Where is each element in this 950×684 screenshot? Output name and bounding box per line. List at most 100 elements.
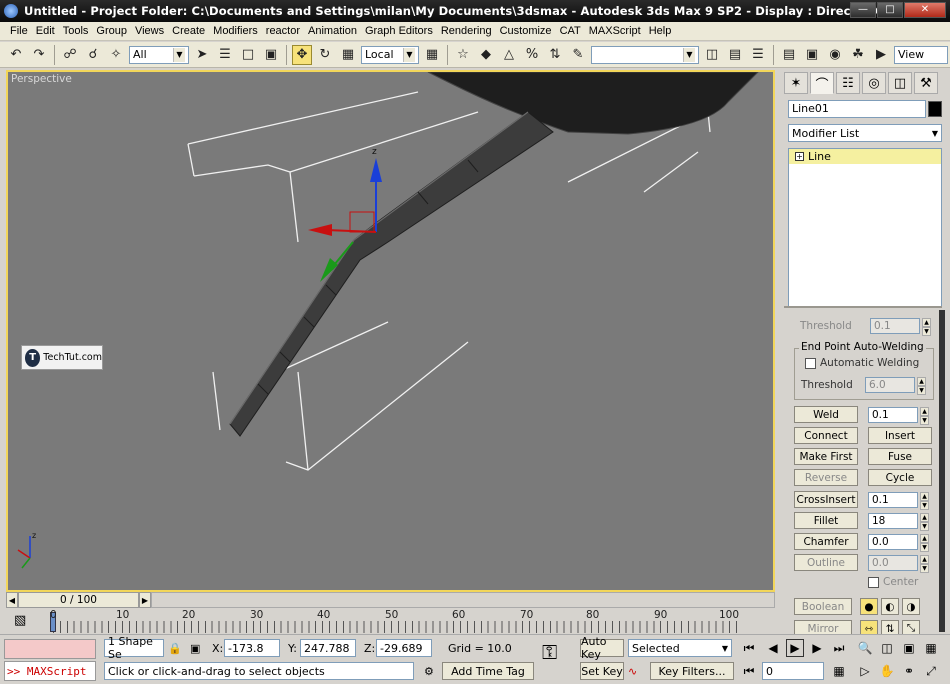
menu-modifiers[interactable]: Modifiers <box>209 25 262 37</box>
object-name-field[interactable]: Line01 <box>788 100 926 118</box>
fillet-button[interactable]: Fillet <box>794 512 858 529</box>
maxscript-listener-output[interactable] <box>4 639 96 659</box>
current-frame-field[interactable]: 0 <box>762 662 824 680</box>
boolean-union-icon[interactable]: ● <box>860 598 878 615</box>
maximize-button[interactable]: □ <box>877 2 903 18</box>
time-slider[interactable]: ◀ 0 / 100 ▶ <box>6 592 151 608</box>
menu-cat[interactable]: CAT <box>556 25 585 37</box>
weld-spinner[interactable]: 0.1 <box>868 406 918 423</box>
zoom-extents-all-icon[interactable]: ▦ <box>922 639 940 657</box>
play-icon[interactable]: ▶ <box>786 639 804 657</box>
curve-editor-icon[interactable]: ▤ <box>779 45 799 65</box>
boolean-intersect-icon[interactable]: ◑ <box>902 598 920 615</box>
manipulate-icon[interactable]: ☆ <box>453 45 473 65</box>
minimize-button[interactable]: — <box>850 2 876 18</box>
unlink-icon[interactable]: ☌ <box>83 45 103 65</box>
key-filters-button[interactable]: Key Filters... <box>650 662 734 680</box>
time-tag-icon[interactable]: ⚙ <box>424 662 438 680</box>
menu-edit[interactable]: Edit <box>32 25 59 37</box>
edit-named-selections-icon[interactable]: ✎ <box>568 45 588 65</box>
expand-plus-icon[interactable]: + <box>795 152 804 161</box>
quick-render-icon[interactable]: ▶ <box>871 45 891 65</box>
next-frame-icon[interactable]: ▶ <box>808 639 826 657</box>
mini-curve-editor-icon[interactable]: ▧ <box>14 613 26 628</box>
outline-spinner[interactable]: 0.0 <box>868 554 918 571</box>
align-icon[interactable]: ▤ <box>725 45 745 65</box>
named-selection-select[interactable]: ▼ <box>591 45 699 64</box>
boolean-button[interactable]: Boolean <box>794 598 852 615</box>
window-crossing-icon[interactable]: ▣ <box>261 45 281 65</box>
weld-button[interactable]: Weld <box>794 406 858 423</box>
tab-modify[interactable]: ⌒ <box>810 72 834 94</box>
pivot-center-icon[interactable]: ▦ <box>422 45 442 65</box>
spinner-arrows-icon[interactable]: ▲ ▼ <box>920 512 929 531</box>
menu-help[interactable]: Help <box>645 25 676 37</box>
menu-file[interactable]: File <box>6 25 32 37</box>
lock-selection-icon[interactable]: 🔒 <box>168 639 182 657</box>
select-and-move-icon[interactable]: ✥ <box>292 44 312 65</box>
maximize-viewport-icon[interactable]: ⤢ <box>922 662 940 680</box>
outline-button[interactable]: Outline <box>794 554 858 571</box>
tab-motion[interactable]: ◎ <box>862 72 886 94</box>
threshold-spinner[interactable]: 6.0 <box>865 377 915 393</box>
spinner-arrows-icon[interactable]: ▲ ▼ <box>920 533 929 552</box>
menu-group[interactable]: Group <box>92 25 131 37</box>
command-panel-scrollbar[interactable] <box>939 310 945 632</box>
bind-space-warp-icon[interactable]: ✧ <box>106 45 126 65</box>
set-key-mode-key-icon[interactable]: ⚿ <box>542 640 574 664</box>
x-coord-field[interactable]: -173.8 <box>224 639 280 657</box>
z-coord-field[interactable]: -29.689 <box>376 639 432 657</box>
angle-snap-icon[interactable]: △ <box>499 45 519 65</box>
fuse-button[interactable]: Fuse <box>868 448 932 465</box>
percent-snap-icon[interactable]: % <box>522 45 542 65</box>
mirror-icon[interactable]: ◫ <box>702 45 722 65</box>
tab-utilities[interactable]: ⚒ <box>914 72 938 94</box>
chamfer-button[interactable]: Chamfer <box>794 533 858 550</box>
select-and-link-icon[interactable]: ☍ <box>60 45 80 65</box>
key-curve-icon[interactable]: ∿ <box>628 662 646 680</box>
close-button[interactable]: ✕ <box>904 2 946 18</box>
app-icon[interactable] <box>4 4 18 18</box>
select-and-rotate-icon[interactable]: ↻ <box>315 45 335 65</box>
zoom-extents-icon[interactable]: ▣ <box>900 639 918 657</box>
tab-hierarchy[interactable]: ☷ <box>836 72 860 94</box>
select-object-icon[interactable]: ➤ <box>192 45 212 65</box>
spinner-arrows-icon[interactable]: ▲ ▼ <box>920 491 929 510</box>
render-view-select[interactable]: View <box>894 45 948 64</box>
menu-views[interactable]: Views <box>131 25 168 37</box>
center-checkbox[interactable] <box>868 576 879 588</box>
boolean-subtract-icon[interactable]: ◐ <box>881 598 899 615</box>
y-coord-field[interactable]: 247.788 <box>300 639 356 657</box>
zoom-all-icon[interactable]: ◫ <box>878 639 896 657</box>
time-slider-thumb[interactable]: 0 / 100 <box>18 592 139 608</box>
spinner-arrows-icon[interactable]: ▲ ▼ <box>922 318 931 336</box>
snaps-toggle-icon[interactable]: ◆ <box>476 45 496 65</box>
go-to-end-icon[interactable]: ⏭ <box>830 639 848 657</box>
menu-customize[interactable]: Customize <box>496 25 556 37</box>
spinner-arrows-icon[interactable]: ▲ ▼ <box>920 554 929 573</box>
insert-button[interactable]: Insert <box>868 427 932 444</box>
zoom-icon[interactable]: 🔍 <box>856 639 874 657</box>
menu-reactor[interactable]: reactor <box>262 25 304 37</box>
reference-coord-select[interactable]: Local ▼ <box>361 45 419 64</box>
select-by-name-icon[interactable]: ☰ <box>215 45 235 65</box>
make-first-button[interactable]: Make First <box>794 448 858 465</box>
selection-filter-select[interactable]: All ▼ <box>129 45 189 64</box>
add-time-tag-button[interactable]: Add Time Tag <box>442 662 534 680</box>
go-to-start-icon[interactable]: ⏮ <box>740 639 758 657</box>
render-scene-icon[interactable]: ☘ <box>848 45 868 65</box>
automatic-welding-checkbox[interactable] <box>805 357 816 369</box>
pan-hand-icon[interactable]: ✋ <box>878 662 896 680</box>
spinner-arrows-icon[interactable]: ▲ ▼ <box>920 406 929 425</box>
crossinsert-spinner[interactable]: 0.1 <box>868 491 918 508</box>
schematic-view-icon[interactable]: ▣ <box>802 45 822 65</box>
time-configuration-icon[interactable]: ▦ <box>830 662 848 680</box>
crossinsert-button[interactable]: CrossInsert <box>794 491 858 508</box>
cycle-button[interactable]: Cycle <box>868 469 932 486</box>
time-slider-track[interactable] <box>151 592 775 608</box>
key-mode-select[interactable]: Selected ▼ <box>628 639 732 657</box>
menu-create[interactable]: Create <box>168 25 209 37</box>
select-and-scale-icon[interactable]: ▦ <box>338 45 358 65</box>
menu-animation[interactable]: Animation <box>304 25 361 37</box>
menu-graph-editors[interactable]: Graph Editors <box>361 25 437 37</box>
